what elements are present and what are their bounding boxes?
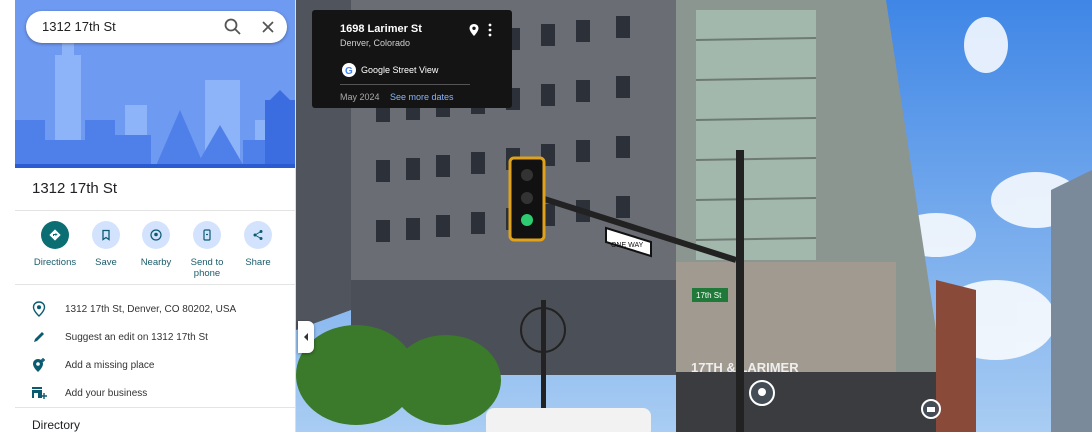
divider xyxy=(340,84,470,85)
send-to-phone-button[interactable]: Send to phone xyxy=(182,221,232,279)
directions-label: Directions xyxy=(33,257,77,268)
share-icon xyxy=(244,221,272,249)
phone-icon xyxy=(193,221,221,249)
building-sign: 17TH & LARIMER xyxy=(691,360,799,375)
directory-heading: Directory xyxy=(32,418,81,432)
google-logo-icon: G xyxy=(342,63,356,77)
location-pin-icon xyxy=(758,388,766,396)
location-pin-icon[interactable] xyxy=(468,23,480,42)
camera-icon xyxy=(927,407,935,412)
share-button[interactable]: Share xyxy=(233,221,283,268)
street-view-address: 1698 Larimer St xyxy=(340,23,422,35)
suggest-edit-text: Suggest an edit on 1312 17th St xyxy=(65,331,208,343)
add-location-icon xyxy=(30,356,48,374)
nearby-button[interactable]: Nearby xyxy=(131,221,181,268)
save-button[interactable]: Save xyxy=(81,221,131,268)
close-icon[interactable] xyxy=(257,16,279,38)
save-label: Save xyxy=(95,257,117,268)
see-more-dates-link[interactable]: See more dates xyxy=(390,92,454,102)
directions-button[interactable]: Directions xyxy=(30,221,80,268)
svg-text:G: G xyxy=(345,66,353,77)
suggest-edit-row[interactable]: Suggest an edit on 1312 17th St xyxy=(30,327,208,347)
street-name-sign: 17th St xyxy=(696,291,722,300)
divider xyxy=(15,284,295,285)
street-view-brand: Google Street View xyxy=(361,65,439,75)
location-pin-icon xyxy=(30,300,48,318)
add-business-icon xyxy=(30,384,48,402)
collapse-panel-button[interactable] xyxy=(298,321,314,353)
directions-icon xyxy=(41,221,69,249)
one-way-sign: ONE WAY xyxy=(611,242,644,249)
bookmark-icon xyxy=(92,221,120,249)
street-view-city: Denver, Colorado xyxy=(340,38,411,48)
add-place-row[interactable]: Add a missing place xyxy=(30,355,155,375)
capture-date: May 2024 xyxy=(340,92,380,102)
street-view-nav-pin[interactable] xyxy=(749,380,775,406)
send-to-phone-label: Send to phone xyxy=(190,257,224,279)
street-view-nav-pin[interactable] xyxy=(921,399,941,419)
address-row[interactable]: 1312 17th St, Denver, CO 80202, USA xyxy=(30,299,236,319)
divider xyxy=(15,210,295,211)
search-input[interactable] xyxy=(42,11,212,43)
search-box[interactable] xyxy=(26,11,287,43)
street-view-info-card: 1698 Larimer St Denver, Colorado G Googl… xyxy=(312,10,512,108)
divider xyxy=(15,407,295,408)
address-text: 1312 17th St, Denver, CO 80202, USA xyxy=(65,303,237,315)
place-title: 1312 17th St xyxy=(32,180,118,197)
place-panel: 1312 17th St Directions Save Nearby Send… xyxy=(0,0,296,432)
nearby-label: Nearby xyxy=(140,257,172,268)
more-options-icon[interactable] xyxy=(487,23,493,42)
search-icon[interactable] xyxy=(222,16,244,38)
share-label: Share xyxy=(245,257,271,268)
pencil-icon xyxy=(30,328,48,346)
add-place-text: Add a missing place xyxy=(65,359,155,371)
add-business-row[interactable]: Add your business xyxy=(30,383,147,403)
add-business-text: Add your business xyxy=(65,387,148,399)
nearby-icon xyxy=(142,221,170,249)
chevron-left-icon xyxy=(304,333,308,341)
